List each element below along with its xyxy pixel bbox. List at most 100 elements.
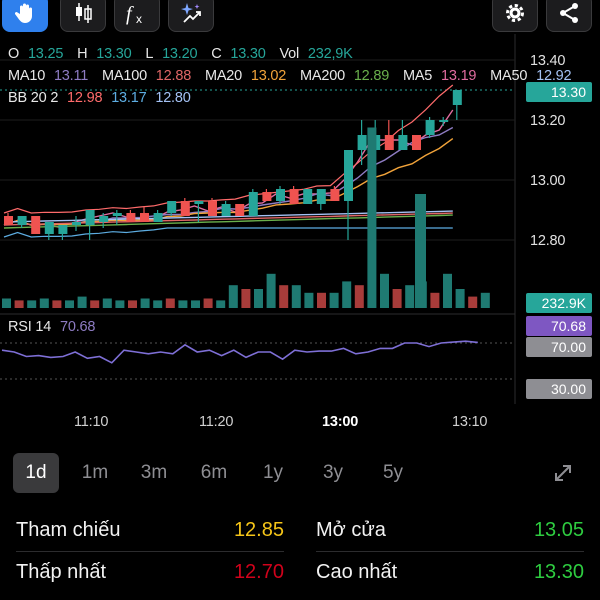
high-value: 13.30 xyxy=(96,46,132,62)
range-1m-button[interactable]: 1m xyxy=(72,453,118,493)
volume-bar xyxy=(354,285,364,308)
open-price-value: 13.05 xyxy=(533,518,584,541)
candle-body xyxy=(248,192,258,216)
volume-bar xyxy=(380,273,389,308)
volume-bar xyxy=(254,289,263,308)
time-axis-label: 13:10 xyxy=(452,414,488,430)
candle-body xyxy=(398,135,408,150)
volume-bar xyxy=(90,300,100,308)
rsi-lower-level-tag: 30.00 xyxy=(526,379,592,399)
volume-tag: 232.9K xyxy=(526,293,592,313)
last-price-tag: 13.30 xyxy=(526,82,592,102)
candle-body xyxy=(425,120,435,135)
ma-value: 13.02 xyxy=(250,68,287,84)
range-6m-button[interactable]: 6m xyxy=(191,453,237,493)
volume-bar xyxy=(165,298,175,308)
range-1y-button[interactable]: 1y xyxy=(250,453,296,493)
volume-bar xyxy=(291,285,301,308)
bb-mid-value: 13.17 xyxy=(111,90,147,106)
price-axis-label: 12.80 xyxy=(530,233,566,249)
candle-body xyxy=(4,216,13,225)
ma-legend: MA10 13.11 MA100 12.88 MA20 13.02 MA200 … xyxy=(8,68,581,84)
hand-icon xyxy=(14,3,32,24)
candle-body xyxy=(439,120,449,122)
candle-body xyxy=(384,135,394,150)
ma-label: MA50 xyxy=(490,68,528,84)
candle-body xyxy=(235,204,245,216)
draw-hand-button[interactable] xyxy=(2,0,48,32)
range-3y-button[interactable]: 3y xyxy=(310,453,356,493)
volume-bar xyxy=(405,285,415,308)
open-price-label: Mở cửa xyxy=(316,518,386,541)
ma-label: MA5 xyxy=(402,68,433,84)
candle-body xyxy=(167,201,177,213)
volume-bar xyxy=(241,289,251,308)
ma-value: 12.88 xyxy=(155,68,192,84)
volume-bar xyxy=(140,298,150,308)
candle-body xyxy=(276,189,285,201)
range-3m-button[interactable]: 3m xyxy=(131,453,177,493)
rsi-value: 70.68 xyxy=(59,319,96,335)
rsi-tag: 70.68 xyxy=(526,316,592,336)
svg-text:f: f xyxy=(126,3,134,25)
settings-button[interactable] xyxy=(492,0,538,32)
candle-body xyxy=(452,90,462,105)
function-fx-icon: f x xyxy=(126,3,142,26)
volume-value: 232,9K xyxy=(307,46,353,62)
range-5y-button[interactable]: 5y xyxy=(370,453,416,493)
candle-body xyxy=(221,204,231,216)
candle-body xyxy=(208,201,217,216)
range-1d-button[interactable]: 1d xyxy=(13,453,59,493)
time-axis-label: 11:10 xyxy=(74,414,109,430)
bb-lower-line xyxy=(3,227,453,238)
volume-bar xyxy=(178,300,188,308)
ai-analysis-button[interactable] xyxy=(168,0,214,32)
volume-bar xyxy=(14,300,24,308)
gear-icon xyxy=(506,4,524,22)
candle-type-button[interactable] xyxy=(60,0,106,32)
price-axis-label: 13.20 xyxy=(530,113,566,129)
candle-body xyxy=(31,216,41,234)
candle-body xyxy=(72,222,81,225)
volume-bar xyxy=(115,300,125,308)
ma-value: 13.19 xyxy=(441,68,477,84)
high-label: H xyxy=(77,46,88,62)
fullscreen-button[interactable] xyxy=(540,453,586,493)
candle-body xyxy=(316,189,326,204)
price-chart[interactable]: O 13.25 H 13.30 L 13.20 C 13.30 Vol 232,… xyxy=(0,34,600,440)
volume-bar xyxy=(304,292,314,308)
candlestick-icon xyxy=(76,3,92,23)
volume-bar xyxy=(430,292,440,308)
close-label: C xyxy=(211,46,222,62)
indicator-button[interactable]: f x xyxy=(114,0,160,32)
volume-bar xyxy=(266,273,276,308)
candle-body xyxy=(58,225,68,234)
rsi-legend: RSI 14 70.68 xyxy=(8,319,100,335)
volume-bar xyxy=(128,300,137,308)
volume-bar xyxy=(329,292,339,308)
volume-bar xyxy=(153,300,163,308)
ma-value: 12.89 xyxy=(353,68,390,84)
candle-body xyxy=(44,222,54,234)
ma-label: MA20 xyxy=(204,68,243,84)
chart-toolbar: f x xyxy=(0,0,600,34)
rsi-line xyxy=(1,340,478,364)
candle-body xyxy=(85,210,95,225)
rsi-upper-level-tag: 70.00 xyxy=(526,337,592,357)
candle-body xyxy=(303,189,313,204)
time-axis-label: 11:20 xyxy=(199,414,234,430)
ma-value: 13.11 xyxy=(53,68,89,84)
open-price-row: Mở cửa 13.05 xyxy=(316,508,584,552)
candle-body xyxy=(344,150,353,201)
expand-icon xyxy=(555,465,571,481)
bb-label: BB 20 2 xyxy=(8,90,59,106)
share-button[interactable] xyxy=(546,0,592,32)
volume-bar xyxy=(102,298,112,308)
share-icon xyxy=(560,3,578,23)
rsi-label: RSI 14 xyxy=(8,319,52,335)
ma-label: MA10 xyxy=(8,68,46,84)
volume-bar xyxy=(203,298,213,308)
sparkle-chart-icon xyxy=(181,3,201,23)
candle-body xyxy=(126,213,136,222)
volume-bar xyxy=(455,289,465,308)
